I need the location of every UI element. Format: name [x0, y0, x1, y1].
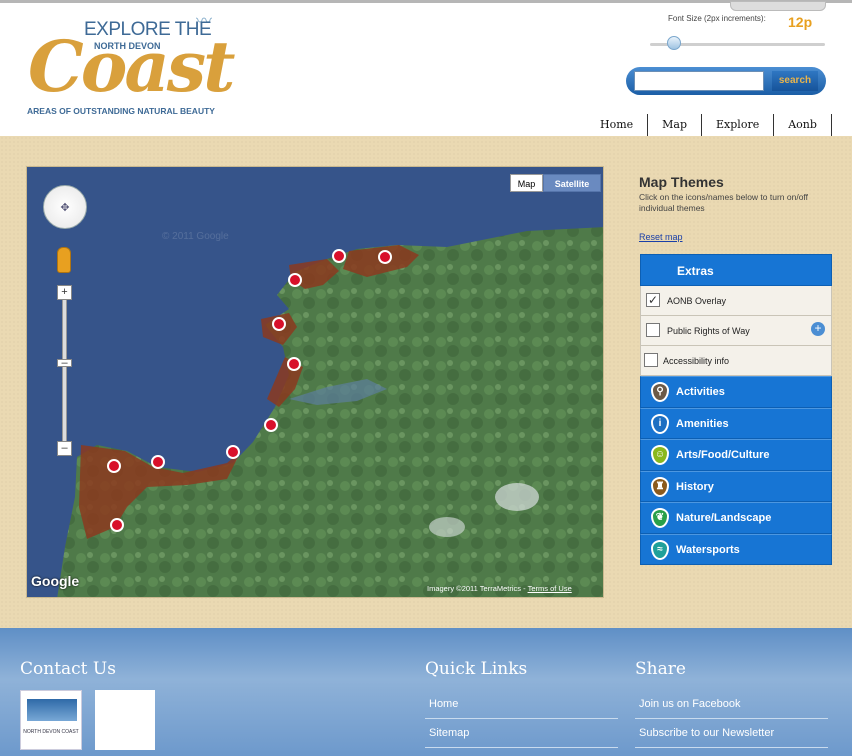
map-marker[interactable]: [110, 518, 124, 532]
pan-control-icon[interactable]: ✥: [43, 185, 87, 229]
map-imagery: © 2011 Google: [27, 167, 603, 597]
map-marker[interactable]: [378, 250, 392, 264]
footer-link-sitemap[interactable]: Sitemap: [425, 727, 618, 748]
logo-tagline: AREAS OF OUTSTANDING NATURAL BEAUTY: [27, 106, 215, 116]
theme-activities[interactable]: ⚲ Activities: [640, 376, 832, 408]
top-tab-button[interactable]: [730, 1, 826, 11]
map-marker[interactable]: [287, 357, 301, 371]
map-themes-description: Click on the icons/names below to turn o…: [639, 192, 808, 213]
extras-heading[interactable]: Extras: [640, 254, 832, 286]
map-type-map-button[interactable]: Map: [510, 174, 543, 192]
theme-watersports[interactable]: ≈ Watersports: [640, 533, 832, 565]
map-themes-title: Map Themes: [639, 174, 724, 190]
logo-caption: NORTH DEVON COAST: [23, 729, 79, 735]
extras-item-label: Public Rights of Way: [667, 326, 750, 336]
map-marker[interactable]: [288, 273, 302, 287]
north-devon-coast-logo[interactable]: NORTH DEVON COAST: [20, 690, 82, 750]
logo-explore: EXPLORE THE: [84, 19, 212, 40]
wave-icon: ≈: [651, 539, 669, 560]
share-newsletter-link[interactable]: Subscribe to our Newsletter: [635, 727, 828, 748]
theme-label: History: [676, 480, 714, 493]
reset-map-link[interactable]: Reset map: [639, 232, 683, 242]
zoom-slider[interactable]: [62, 287, 67, 455]
font-size-value: 12p: [788, 14, 813, 30]
theme-label: Nature/Landscape: [676, 512, 772, 524]
theme-label: Amenities: [676, 417, 729, 430]
terms-of-use-link[interactable]: Terms of Use: [528, 584, 572, 593]
nav-explore[interactable]: Explore: [702, 114, 775, 136]
map-marker[interactable]: [332, 249, 346, 263]
zoom-in-button[interactable]: +: [57, 285, 72, 300]
extras-item-rights-of-way[interactable]: Public Rights of Way +: [640, 316, 832, 346]
map-marker[interactable]: [226, 445, 240, 459]
extras-item-label: Accessibility info: [663, 356, 730, 366]
satellite-map[interactable]: © 2011 Google Map Satellite ✥ + – – Goog…: [26, 166, 604, 598]
contact-us-heading: Contact Us: [20, 659, 116, 679]
castle-icon: ♜: [651, 476, 669, 497]
extras-item-accessibility[interactable]: Accessibility info: [640, 346, 832, 376]
main-nav: Home Map Explore Aonb: [586, 114, 832, 136]
map-type-satellite-button[interactable]: Satellite: [543, 174, 601, 192]
zoom-out-button[interactable]: –: [57, 441, 72, 456]
theme-label: Watersports: [676, 543, 740, 556]
leaf-icon: ❦: [651, 508, 669, 528]
aonb-overlay-checkbox[interactable]: ✓: [646, 293, 660, 307]
site-header: 〰 Coast EXPLORE THE NORTH DEVON AREAS OF…: [0, 0, 852, 139]
search-button[interactable]: search: [772, 71, 818, 91]
extras-item-label: AONB Overlay: [667, 296, 727, 306]
google-logo: Google: [31, 573, 80, 589]
nav-aonb[interactable]: Aonb: [774, 114, 832, 136]
themes-panel: Extras ✓ AONB Overlay Public Rights of W…: [640, 254, 832, 565]
accessibility-checkbox[interactable]: [644, 353, 658, 367]
footer-link-home[interactable]: Home: [425, 698, 618, 719]
main-content: © 2011 Google Map Satellite ✥ + – – Goog…: [0, 136, 852, 628]
logo-north-devon: NORTH DEVON: [94, 41, 161, 51]
search-input[interactable]: [634, 71, 764, 91]
imagery-credit: Imagery ©2011 TerraMetrics - Terms of Us…: [427, 584, 572, 593]
street-view-pegman-icon[interactable]: [57, 247, 71, 273]
theme-history[interactable]: ♜ History: [640, 470, 832, 502]
theme-amenities[interactable]: i Amenities: [640, 407, 832, 439]
culture-icon: ☺: [651, 445, 669, 465]
theme-nature-landscape[interactable]: ❦ Nature/Landscape: [640, 502, 832, 534]
map-marker[interactable]: [151, 455, 165, 469]
hiker-icon: ⚲: [651, 382, 669, 402]
theme-arts-food-culture[interactable]: ☺ Arts/Food/Culture: [640, 439, 832, 471]
map-marker[interactable]: [272, 317, 286, 331]
site-logo[interactable]: 〰 Coast EXPLORE THE NORTH DEVON AREAS OF…: [26, 9, 236, 121]
partner-logo[interactable]: [95, 690, 155, 750]
expand-plus-icon[interactable]: +: [811, 322, 825, 336]
font-size-slider-handle[interactable]: [667, 36, 681, 50]
share-heading: Share: [635, 659, 686, 679]
map-marker[interactable]: [107, 459, 121, 473]
map-marker[interactable]: [264, 418, 278, 432]
font-size-label: Font Size (2px increments):: [668, 14, 766, 23]
site-footer: Contact Us Quick Links Share NORTH DEVON…: [0, 628, 852, 756]
rights-of-way-checkbox[interactable]: [646, 323, 660, 337]
nav-map[interactable]: Map: [648, 114, 703, 136]
quick-links-heading: Quick Links: [425, 659, 528, 679]
page: 〰 Coast EXPLORE THE NORTH DEVON AREAS OF…: [0, 0, 852, 756]
share-facebook-link[interactable]: Join us on Facebook: [635, 698, 828, 719]
map-watermark: © 2011 Google: [162, 231, 229, 242]
nav-home[interactable]: Home: [586, 114, 649, 136]
imagery-credit-text: Imagery ©2011 TerraMetrics -: [427, 584, 528, 593]
theme-label: Arts/Food/Culture: [676, 449, 770, 461]
theme-label: Activities: [676, 386, 725, 398]
extras-item-aonb-overlay[interactable]: ✓ AONB Overlay: [640, 286, 832, 316]
info-icon: i: [651, 413, 669, 434]
zoom-handle[interactable]: –: [57, 358, 72, 369]
